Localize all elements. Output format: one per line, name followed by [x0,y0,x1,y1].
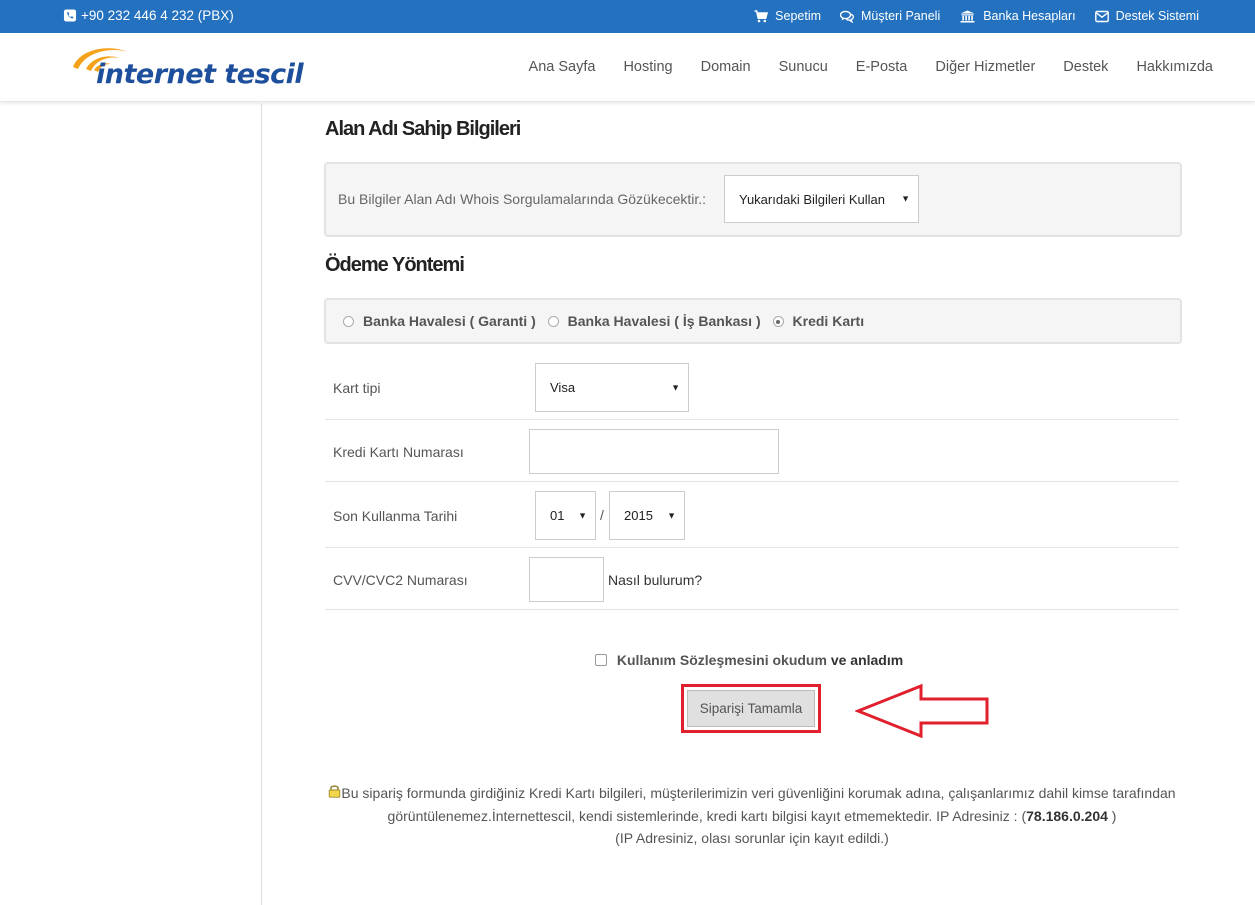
nav-item-support[interactable]: Destek [1063,59,1108,75]
phone-icon [63,9,77,22]
chevron-down-icon: ▼ [671,382,680,392]
card-number-label: Kredi Kartı Numarası [333,444,464,460]
radio-garanti[interactable] [343,316,354,327]
notice-text-close: ) [1107,807,1117,824]
comments-icon [840,10,854,23]
payment-section-title: Ödeme Yöntemi [325,254,465,276]
agreement-row: Kullanım Sözleşmesini okudum ve anladım [595,652,903,668]
payment-method-credit-card-label: Kredi Kartı [792,313,865,329]
bank-accounts-link[interactable]: Banka Hesapları [959,9,1076,23]
payment-method-isbank-label: Banka Havalesi ( İş Bankası ) [567,313,761,329]
notice-ip-note: (IP Adresiniz, olası sorunlar için kayıt… [615,830,889,846]
expiry-month-value: 01 [550,508,565,523]
radio-credit-card[interactable] [772,316,784,327]
site-header: internet tescil Ana Sayfa Hosting Domain… [0,33,1255,102]
nav-item-domain[interactable]: Domain [701,59,751,75]
envelope-icon [1094,10,1109,22]
payment-methods-panel: Banka Havalesi ( Garanti ) Banka Havales… [324,298,1182,344]
whois-select[interactable]: Yukarıdaki Bilgileri Kullan ▼ [724,175,919,223]
card-type-value: Visa [550,380,576,395]
form-row-divider [325,609,1179,610]
payment-method-garanti[interactable]: Banka Havalesi ( Garanti ) [343,313,536,329]
cvv-label: CVV/CVC2 Numarası [333,572,468,588]
payment-method-garanti-label: Banka Havalesi ( Garanti ) [363,313,536,329]
cvv-input[interactable] [529,557,604,602]
form-row-divider [325,481,1179,482]
sidebar-divider [261,103,262,905]
top-bar: +90 232 446 4 232 (PBX) Sepetim Müşteri … [0,0,1255,33]
client-panel-label: Müşteri Paneli [861,9,941,23]
card-type-select[interactable]: Visa ▼ [535,363,689,412]
payment-method-credit-card[interactable]: Kredi Kartı [772,313,865,329]
main-nav: Ana Sayfa Hosting Domain Sunucu E-Posta … [529,59,1213,75]
payment-method-isbank[interactable]: Banka Havalesi ( İş Bankası ) [547,313,761,329]
nav-item-server[interactable]: Sunucu [779,59,828,75]
phone-number: +90 232 446 4 232 (PBX) [81,8,234,23]
chevron-down-icon: ▼ [901,193,910,204]
expiry-label: Son Kullanma Tarihi [333,508,458,524]
bank-accounts-label: Banka Hesapları [983,9,1076,23]
nav-item-other-services[interactable]: Diğer Hizmetler [935,59,1035,75]
expiry-year-select[interactable]: 2015 ▼ [609,491,685,540]
phone-contact: +90 232 446 4 232 (PBX) [63,8,234,23]
left-arrow-icon [855,683,989,739]
agreement-suffix: ve anladım [830,652,904,668]
agreement-checkbox[interactable] [595,654,607,666]
whois-select-value: Yukarıdaki Bilgileri Kullan [739,191,885,207]
logo-text: internet tescil [96,59,304,90]
chevron-down-icon: ▼ [667,510,676,520]
nav-item-home[interactable]: Ana Sayfa [529,59,596,75]
form-row-divider [325,419,1179,420]
radio-isbank[interactable] [547,316,559,327]
nav-item-about[interactable]: Hakkımızda [1136,59,1213,75]
ip-address: 78.186.0.204 [1026,807,1108,824]
complete-order-label: Siparişi Tamamla [687,690,815,727]
whois-note: Bu Bilgiler Alan Adı Whois Sorgulamaları… [338,191,707,207]
bank-icon [960,9,975,23]
owner-section-title: Alan Adı Sahip Bilgileri [325,118,521,140]
cart-link[interactable]: Sepetim [754,9,821,23]
cvv-help-link[interactable]: Nasıl bulurum? [608,572,702,588]
security-notice: Bu sipariş formunda girdiğiniz Kredi Kar… [326,782,1178,850]
expiry-separator: / [600,507,604,523]
nav-item-hosting[interactable]: Hosting [623,59,672,75]
form-row-divider [325,547,1179,548]
cart-icon [754,9,769,22]
expiry-year-value: 2015 [624,508,653,523]
client-panel-link[interactable]: Müşteri Paneli [840,9,940,23]
support-system-link[interactable]: Destek Sistemi [1094,9,1199,23]
chevron-down-icon: ▼ [578,510,587,520]
card-type-label: Kart tipi [333,380,381,396]
card-number-input[interactable] [529,429,779,474]
lock-icon [329,785,341,798]
nav-item-email[interactable]: E-Posta [856,59,908,75]
support-system-label: Destek Sistemi [1115,9,1199,23]
logo[interactable]: internet tescil [70,43,310,93]
expiry-month-select[interactable]: 01 ▼ [535,491,596,540]
complete-order-button[interactable]: Siparişi Tamamla [681,684,821,733]
agreement-link[interactable]: Kullanım Sözleşmesini okudum [617,652,827,668]
cart-label: Sepetim [775,9,822,23]
